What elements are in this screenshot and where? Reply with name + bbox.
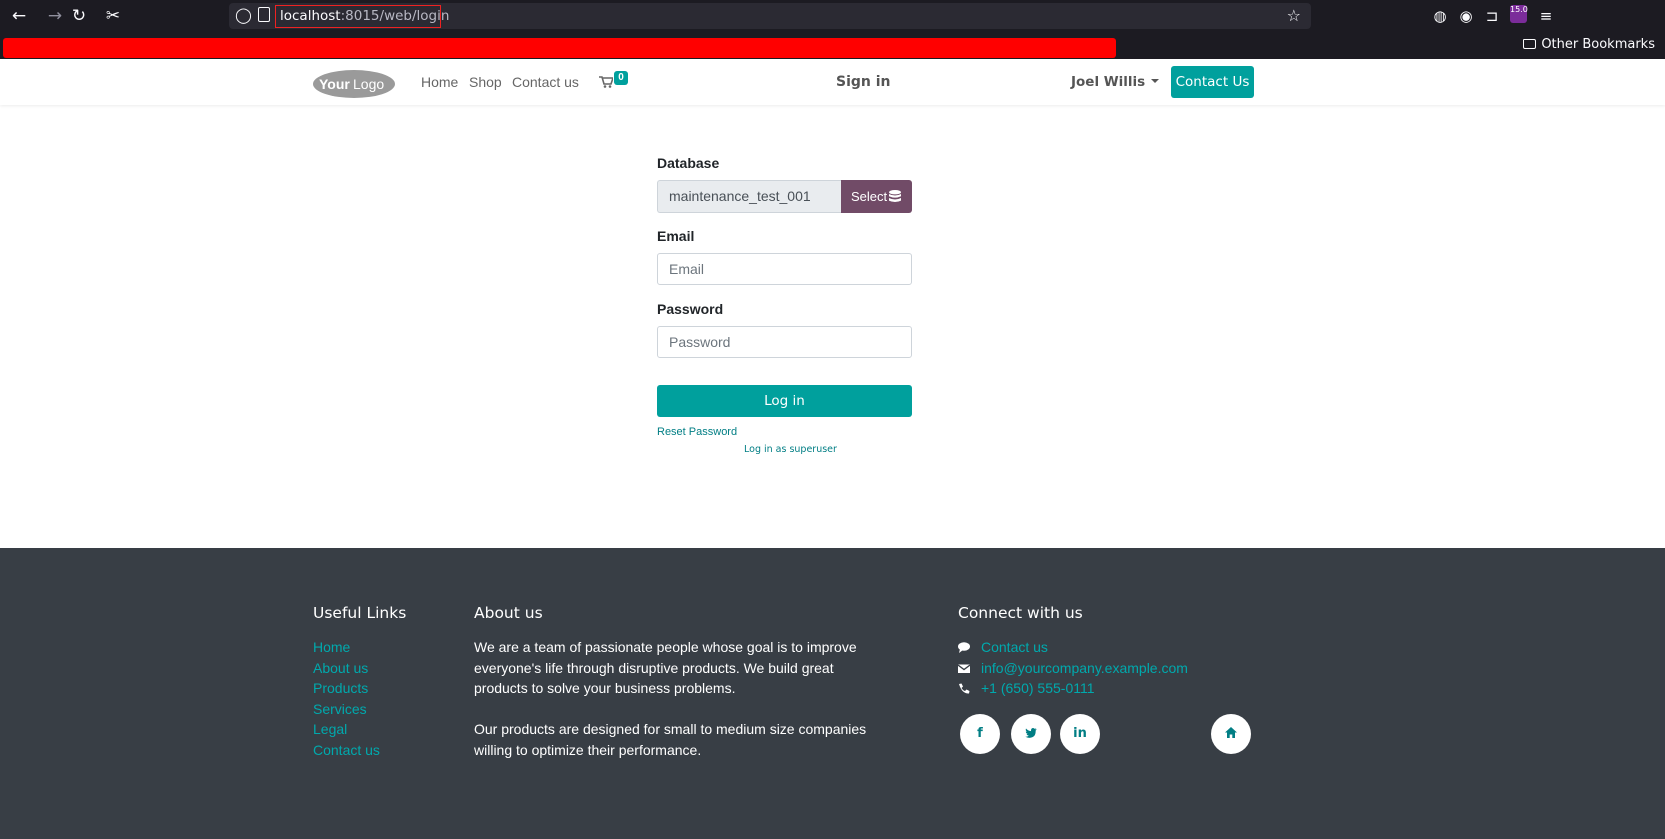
forward-icon[interactable]: → [44,5,66,27]
login-button[interactable]: Log in [657,385,912,417]
database-label: Database [657,155,720,171]
account-icon[interactable]: ◉ [1456,5,1476,27]
connect-heading: Connect with us [958,604,1083,622]
reset-password-link[interactable]: Reset Password [657,426,737,438]
footer-link-legal[interactable]: Legal [313,719,380,740]
other-bookmarks[interactable]: Other Bookmarks [1523,37,1655,52]
home-icon[interactable] [1211,714,1251,754]
url-host: localhost [280,8,341,24]
caret-down-icon [1151,79,1160,83]
linkedin-icon[interactable]: in [1060,714,1100,754]
user-menu[interactable]: Joel Willis [1071,74,1160,90]
about-paragraph-1: We are a team of passionate people whose… [474,639,857,696]
extensions-icon[interactable]: ⊐ [1482,5,1502,27]
url-text[interactable]: localhost:8015/web/login [280,8,449,24]
database-field: maintenance_test_001 [657,180,841,213]
email-link: info@yourcompany.example.com [981,659,1188,676]
svg-text:Logo: Logo [353,76,384,92]
about-us-text: We are a team of passionate people whose… [474,637,884,760]
user-name: Joel Willis [1071,74,1146,90]
svg-text:Your: Your [319,76,350,92]
select-database-button[interactable]: Select [841,180,912,213]
comment-icon [958,642,970,653]
twitter-icon[interactable] [1011,714,1051,754]
nav-contact-us[interactable]: Contact us [512,74,579,90]
phone-icon [959,683,970,694]
database-icon [889,190,901,203]
envelope-icon [958,663,970,673]
contact-item-phone[interactable]: +1 (650) 555-0111 [958,678,1188,699]
footer-link-services[interactable]: Services [313,699,380,720]
twitter-bird-glyph [1025,728,1037,738]
login-as-superuser-link[interactable]: Log in as superuser [744,444,837,455]
select-database-label: Select [851,189,888,204]
sign-in-title: Sign in [836,74,891,90]
site-header: Your Logo Home Shop Contact us 0 Sign in… [0,59,1665,105]
useful-links-heading: Useful Links [313,604,407,622]
contact-item-chat[interactable]: Contact us [958,637,1188,658]
contact-us-link: Contact us [981,639,1048,655]
nav-shop[interactable]: Shop [469,74,502,90]
reload-icon[interactable]: ↻ [68,5,90,27]
bookmark-star-icon[interactable]: ☆ [1287,6,1301,25]
password-label: Password [657,301,724,317]
url-path: :8015/web/login [340,8,450,24]
phone-link: +1 (650) 555-0111 [981,680,1095,696]
house-glyph [1225,727,1237,738]
pocket-icon[interactable]: ◍ [1430,5,1450,27]
email-input[interactable] [657,253,912,285]
useful-links-list: Home About us Products Services Legal Co… [313,637,380,760]
nav-home[interactable]: Home [421,74,458,90]
logo[interactable]: Your Logo [313,69,395,99]
screenshot-icon[interactable]: ✂ [102,5,124,27]
back-icon[interactable]: ← [8,5,30,27]
url-bar[interactable]: ◯ localhost:8015/web/login ☆ [229,3,1311,29]
footer: Useful Links Home About us Products Serv… [0,548,1665,839]
footer-link-contact-us[interactable]: Contact us [313,740,380,761]
footer-link-home[interactable]: Home [313,637,380,658]
facebook-icon[interactable]: f [960,714,1000,754]
contact-us-button[interactable]: Contact Us [1171,66,1254,98]
contact-item-email[interactable]: info@yourcompany.example.com [958,658,1188,679]
redaction-bar [3,38,1116,58]
tracking-shield-icon[interactable]: ◯ [235,6,252,24]
menu-icon[interactable]: ≡ [1536,5,1556,27]
footer-link-products[interactable]: Products [313,678,380,699]
folder-icon [1523,39,1537,49]
about-us-heading: About us [474,604,543,622]
page-info-icon[interactable] [258,7,270,22]
footer-link-about-us[interactable]: About us [313,658,380,679]
browser-toolbar: ← → ↻ ✂ ◯ localhost:8015/web/login ☆ ◍ ◉… [0,0,1665,32]
database-group: maintenance_test_001 Select [657,180,912,213]
cart-count-badge: 0 [614,71,628,85]
about-paragraph-2: Our products are designed for small to m… [474,721,867,758]
password-input[interactable] [657,326,912,358]
extension-badge-icon[interactable]: 15.0 [1510,5,1528,23]
bookmarks-bar: Other Bookmarks [0,32,1665,59]
contact-list: Contact us info@yourcompany.example.com … [958,637,1188,699]
email-label: Email [657,228,695,244]
other-bookmarks-label: Other Bookmarks [1541,37,1655,52]
cart-icon [599,76,613,88]
